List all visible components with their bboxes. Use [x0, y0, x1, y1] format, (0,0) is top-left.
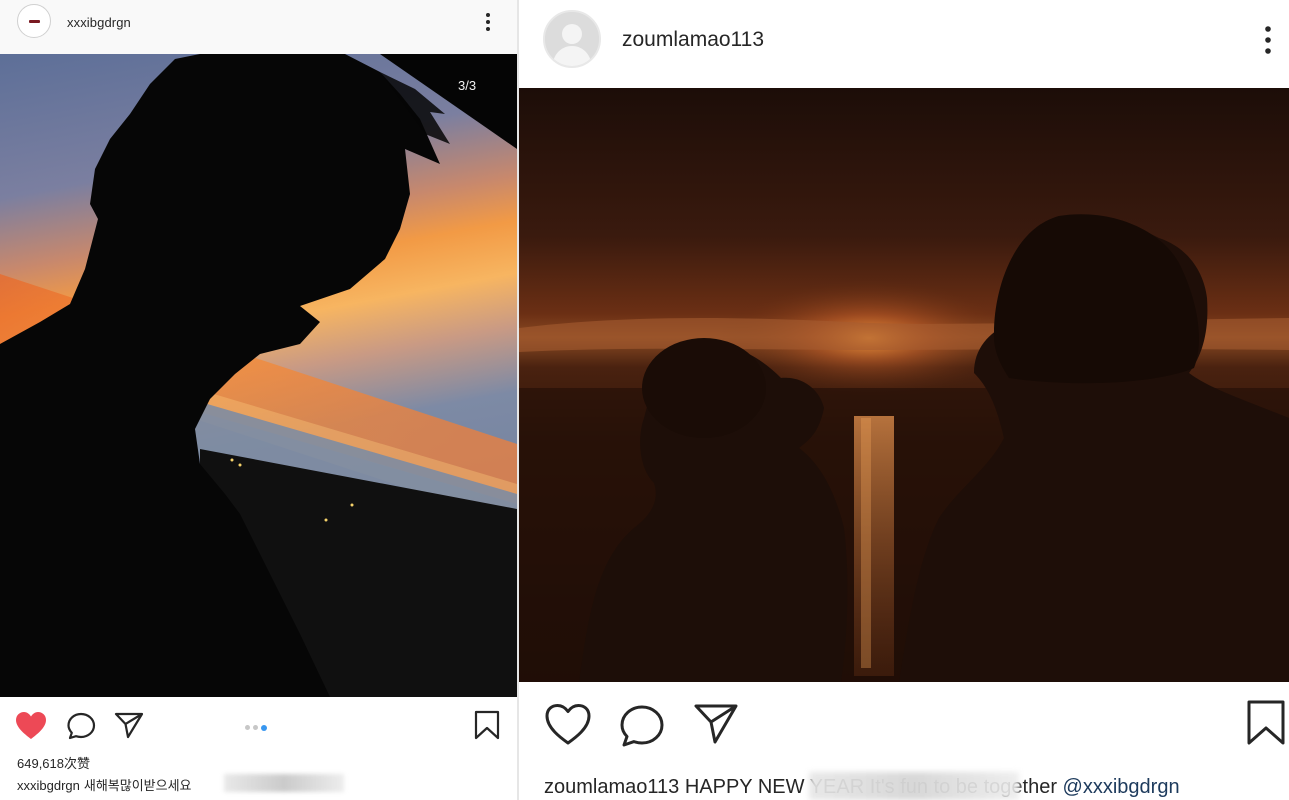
comment-icon[interactable]: [619, 703, 667, 749]
bookmark-icon[interactable]: [473, 710, 501, 740]
avatar-icon[interactable]: [17, 4, 51, 38]
blurred-overlay: [224, 774, 344, 792]
post-photo[interactable]: [0, 54, 517, 697]
carousel-dots-icon: [245, 719, 270, 731]
heart-filled-icon[interactable]: [14, 711, 48, 741]
post-caption: xxxibgdrgn 새해복많이받으세요: [17, 775, 192, 794]
paper-plane-icon[interactable]: [693, 703, 739, 745]
avatar-icon[interactable]: [543, 10, 601, 68]
caption-text: 새해복많이받으세요: [83, 778, 192, 793]
post-username[interactable]: xxxibgdrgn: [67, 15, 131, 30]
blurred-overlay: [809, 772, 1019, 800]
more-vertical-icon[interactable]: [481, 11, 495, 33]
caption-username[interactable]: xxxibgdrgn: [17, 778, 80, 793]
more-vertical-icon[interactable]: [1259, 24, 1277, 56]
caption-mention[interactable]: @xxxibgdrgn: [1063, 776, 1180, 798]
post-username[interactable]: zoumlamao113: [622, 28, 764, 52]
right-post: zoumlamao113 zoumlamao113 HAPPY NEW toge…: [519, 0, 1289, 800]
left-post: xxxibgdrgn 3/3 649,618次赞 xxxibgdrgn 새해복많…: [0, 0, 517, 800]
photo-counter: 3/3: [458, 78, 477, 93]
bookmark-icon[interactable]: [1246, 700, 1286, 746]
heart-outline-icon[interactable]: [544, 703, 592, 747]
post-photo[interactable]: [519, 88, 1289, 682]
likes-count[interactable]: 649,618次赞: [17, 753, 90, 772]
post-header: zoumlamao113: [519, 0, 1289, 88]
paper-plane-icon[interactable]: [113, 711, 145, 739]
caption-username[interactable]: zoumlamao113: [544, 776, 679, 798]
comment-icon[interactable]: [66, 711, 98, 741]
post-header: xxxibgdrgn: [0, 0, 517, 54]
